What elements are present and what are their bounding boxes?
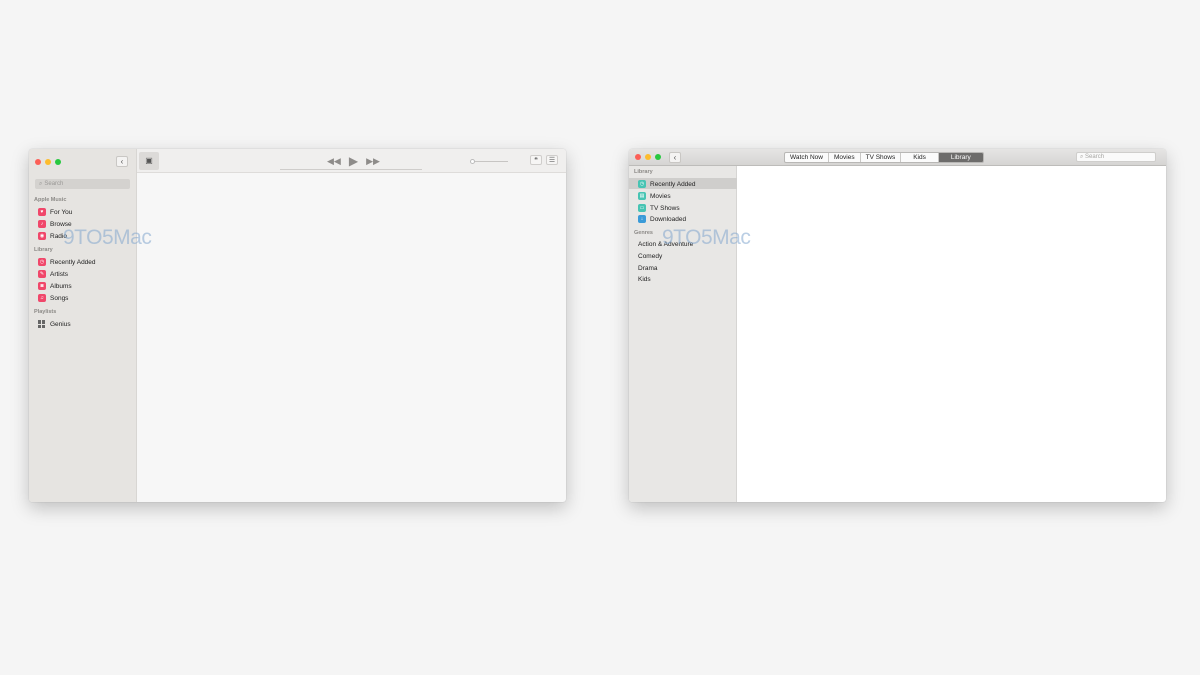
search-placeholder: Search [1085, 154, 1105, 160]
search-input[interactable]: ⌕ Search [1076, 152, 1156, 162]
zoom-button[interactable] [655, 154, 661, 160]
tv-titlebar: ‹ Watch Now Movies TV Shows Kids Library… [629, 149, 1166, 166]
sidebar-item-downloaded[interactable]: ↓ Downloaded [638, 215, 686, 223]
fast-forward-icon[interactable]: ▶▶ [366, 156, 380, 167]
watermark: 9TO5Mac [662, 226, 751, 249]
sidebar-item-movies[interactable]: ▤ Movies [638, 192, 671, 200]
search-icon: ⌕ [39, 181, 43, 187]
sidebar-item-label: Songs [50, 294, 69, 302]
sidebar-item-songs[interactable]: ♫ Songs [38, 294, 68, 302]
search-placeholder: Search [44, 181, 64, 187]
album-icon: ◙ [38, 282, 46, 290]
tab-watch-now[interactable]: Watch Now [785, 153, 829, 162]
sidebar-item-label: Drama [638, 265, 658, 272]
sidebar-item-label: Movies [650, 192, 671, 200]
tv-icon: ▭ [638, 204, 646, 212]
sidebar-item-label: TV Shows [650, 204, 680, 212]
music-window: ‹ ⌕ Search Apple Music ♥ For You ♪ Brows… [29, 149, 566, 502]
tab-tv-shows[interactable]: TV Shows [861, 153, 902, 162]
music-note-icon: ♫ [38, 294, 46, 302]
play-icon[interactable]: ▶ [349, 154, 358, 168]
sidebar-item-label: Downloaded [650, 215, 687, 223]
heart-icon: ♥ [38, 208, 46, 216]
download-icon: ↓ [638, 215, 646, 223]
close-button[interactable] [35, 159, 41, 165]
sidebar-item-albums[interactable]: ◙ Albums [38, 282, 72, 290]
section-title-library: Library [634, 169, 653, 175]
sidebar-item-genre[interactable]: Drama [638, 265, 658, 272]
radio-icon: ◉ [38, 232, 46, 240]
section-title-library: Library [34, 247, 53, 253]
volume-knob[interactable] [470, 159, 475, 164]
tab-kids[interactable]: Kids [901, 153, 939, 162]
section-title-genres: Genres [634, 230, 653, 236]
tab-bar: Watch Now Movies TV Shows Kids Library [784, 152, 984, 163]
minimize-button[interactable] [45, 159, 51, 165]
tv-window: ‹ Watch Now Movies TV Shows Kids Library… [629, 149, 1166, 502]
clock-icon: ◷ [638, 180, 646, 188]
sidebar-item-label: Genius [50, 320, 71, 328]
sidebar-item-label: Kids [638, 276, 651, 283]
sidebar-item-recently-added[interactable]: ◷ Recently Added [38, 258, 96, 266]
section-title-apple-music: Apple Music [34, 197, 67, 203]
chevron-left-icon: ‹ [673, 153, 677, 162]
sidebar-item-label: Recently Added [50, 258, 96, 266]
search-icon: ⌕ [1080, 154, 1084, 160]
window-controls [635, 154, 661, 160]
window-controls [35, 159, 61, 165]
playback-controls: ◀◀ ▶ ▶▶ [327, 154, 380, 168]
sidebar-item-genius[interactable]: Genius [38, 320, 71, 328]
mini-player-button[interactable]: ▣ [139, 152, 159, 170]
list-icon: ☰ [548, 157, 556, 164]
sidebar-item-label: For You [50, 208, 73, 216]
music-sidebar: ‹ ⌕ Search Apple Music ♥ For You ♪ Brows… [29, 149, 137, 502]
sidebar-item-label: Artists [50, 270, 69, 278]
sidebar-item-genre[interactable]: Comedy [638, 253, 662, 260]
rewind-icon[interactable]: ◀◀ [327, 156, 341, 167]
sidebar-item-genre[interactable]: Kids [638, 276, 651, 283]
back-button[interactable]: ‹ [116, 156, 128, 167]
chevron-left-icon: ‹ [120, 157, 124, 166]
up-next-button[interactable]: ☰ [546, 155, 558, 165]
microphone-icon: ✎ [38, 270, 46, 278]
sidebar-item-label: Comedy [638, 253, 663, 260]
sidebar-item-tv-shows[interactable]: ▭ TV Shows [638, 204, 680, 212]
search-input[interactable]: ⌕ Search [35, 179, 130, 189]
tv-sidebar: Library ◷ Recently Added ▤ Movies ▭ TV S… [629, 166, 737, 502]
sidebar-item-recently-added[interactable]: ◷ Recently Added [638, 180, 696, 188]
back-button[interactable]: ‹ [669, 152, 681, 163]
mini-player-icon: ▣ [145, 156, 153, 165]
sidebar-item-for-you[interactable]: ♥ For You [38, 208, 72, 216]
sidebar-item-label: Recently Added [650, 180, 696, 188]
close-button[interactable] [635, 154, 641, 160]
minimize-button[interactable] [645, 154, 651, 160]
tab-movies[interactable]: Movies [829, 153, 861, 162]
grid-icon [38, 320, 46, 328]
zoom-button[interactable] [55, 159, 61, 165]
playback-progress-bar[interactable] [280, 169, 422, 170]
sidebar-item-label: Albums [50, 282, 72, 290]
section-title-playlists: Playlists [34, 309, 57, 315]
speech-bubble-icon: ❝ [534, 157, 538, 164]
music-note-icon: ♪ [38, 220, 46, 228]
watermark: 9TO5Mac [63, 226, 152, 249]
clock-icon: ◷ [38, 258, 46, 266]
sidebar-item-artists[interactable]: ✎ Artists [38, 270, 68, 278]
volume-slider[interactable] [470, 159, 508, 164]
film-icon: ▤ [638, 192, 646, 200]
tab-library[interactable]: Library [938, 153, 983, 162]
music-toolbar: ▣ ◀◀ ▶ ▶▶ ❝ ☰ [137, 149, 566, 173]
lyrics-button[interactable]: ❝ [530, 155, 542, 165]
